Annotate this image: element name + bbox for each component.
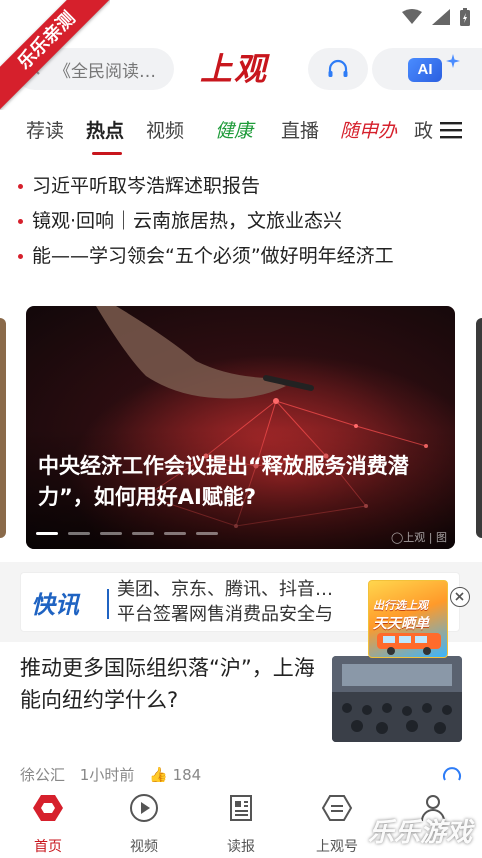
bullet-dot xyxy=(18,219,23,224)
bullet-dot xyxy=(18,254,23,259)
home-hexagon-icon xyxy=(33,795,63,821)
channel-tabs: 荐读 热点 视频 健康 直播 随申办 政 xyxy=(0,112,482,156)
bullet-dot xyxy=(18,184,23,189)
nav-video[interactable]: 视频 xyxy=(109,792,179,856)
ai-assistant-button[interactable]: AI xyxy=(372,48,482,90)
carousel-dot xyxy=(68,532,90,535)
audio-button[interactable] xyxy=(308,48,368,90)
carousel-dot xyxy=(196,532,218,535)
site-watermark: 乐乐游戏 xyxy=(368,818,473,848)
active-tab-indicator xyxy=(92,152,122,155)
flash-line: 平台签署网售消费品安全与 xyxy=(117,604,333,625)
tab-live[interactable]: 直播 xyxy=(281,116,319,143)
ticker-text: 镜观·回响｜云南旅居热，文旅业态兴 xyxy=(32,210,343,232)
tab-health[interactable]: 健康 xyxy=(215,116,253,143)
nav-label: 读报 xyxy=(227,839,255,855)
tab-suishenban[interactable]: 随申办 xyxy=(340,116,397,143)
close-icon xyxy=(455,592,464,601)
nav-label: 首页 xyxy=(34,839,62,855)
ad-close-button[interactable] xyxy=(450,587,470,607)
tab-video[interactable]: 视频 xyxy=(146,116,184,143)
article-title[interactable]: 推动更多国际组织落“沪”，上海能向纽约学什么? xyxy=(20,652,320,716)
share-icon[interactable] xyxy=(442,764,462,782)
carousel-dot xyxy=(100,532,122,535)
wifi-icon xyxy=(402,9,422,24)
carousel-prev-peek[interactable] xyxy=(0,318,6,538)
carousel-dot xyxy=(36,532,58,535)
ticker-item[interactable]: 习近平听取岑浩辉述职报告 xyxy=(18,170,482,205)
flash-line: 美团、京东、腾讯、抖音… xyxy=(117,579,333,600)
article-source: 徐公汇 xyxy=(20,766,66,782)
flash-logo: 快讯 xyxy=(31,590,79,619)
ad-line: 出行选上观 xyxy=(373,599,428,612)
carousel-next-peek[interactable] xyxy=(476,318,482,538)
hero-carousel[interactable]: 中央经济工作会议提出“释放服务消费潜力”，如何用好AI赋能? ◯上观 | 图 xyxy=(26,306,455,549)
ticker-text: 习近平听取岑浩辉述职报告 xyxy=(32,175,261,197)
article-time: 1小时前 xyxy=(79,766,135,782)
signal-icon xyxy=(432,9,450,25)
article-likes: 184 xyxy=(172,766,202,782)
watermark-ribbon: 乐乐亲测 xyxy=(0,0,110,110)
tab-hot[interactable]: 热点 xyxy=(86,116,124,143)
sparkle-icon xyxy=(446,54,460,68)
ai-badge: AI xyxy=(408,58,442,82)
headline-ticker: 习近平听取岑浩辉述职报告 镜观·回响｜云南旅居热，文旅业态兴 能——学习领会“五… xyxy=(18,170,482,275)
app-logo: 上观 xyxy=(200,50,269,88)
subscription-icon xyxy=(321,795,353,821)
battery-icon xyxy=(460,8,470,26)
tab-jiandu[interactable]: 荐读 xyxy=(26,116,64,143)
tab-politics[interactable]: 政 xyxy=(414,116,433,143)
carousel-dot xyxy=(164,532,186,535)
ticker-text: 能——学习领会“五个必须”做好明年经济工 xyxy=(32,245,394,267)
ad-line: 天天晒单 xyxy=(373,616,429,632)
image-watermark: ◯上观 | 图 xyxy=(390,531,447,544)
nav-home[interactable]: 首页 xyxy=(13,792,83,856)
headphones-icon xyxy=(328,59,348,77)
carousel-dot xyxy=(132,532,154,535)
nav-label: 视频 xyxy=(130,839,158,855)
article-meta: 徐公汇 1小时前 👍 184 xyxy=(20,764,201,782)
channel-menu-icon[interactable] xyxy=(440,120,462,140)
thumbs-up-icon: 👍 xyxy=(149,766,168,782)
newspaper-icon xyxy=(230,795,252,821)
flash-text: 美团、京东、腾讯、抖音… 平台签署网售消费品安全与 xyxy=(117,577,367,627)
floating-ad[interactable]: 出行选上观 天天晒单 xyxy=(368,580,448,658)
article-thumbnail[interactable] xyxy=(332,656,462,742)
ticker-item[interactable]: 能——学习领会“五个必须”做好明年经济工 xyxy=(18,240,482,275)
nav-subscription[interactable]: 上观号 xyxy=(302,792,372,856)
nav-label: 上观号 xyxy=(316,839,358,855)
conference-image xyxy=(332,656,462,742)
ticker-item[interactable]: 镜观·回响｜云南旅居热，文旅业态兴 xyxy=(18,205,482,240)
nav-newspaper[interactable]: 读报 xyxy=(206,792,276,856)
carousel-indicator xyxy=(36,532,218,535)
watermark-ribbon-text: 乐乐亲测 xyxy=(0,0,110,110)
flash-divider xyxy=(107,589,109,619)
play-circle-icon xyxy=(130,794,158,822)
carousel-title: 中央经济工作会议提出“释放服务消费潜力”，如何用好AI赋能? xyxy=(38,454,409,509)
